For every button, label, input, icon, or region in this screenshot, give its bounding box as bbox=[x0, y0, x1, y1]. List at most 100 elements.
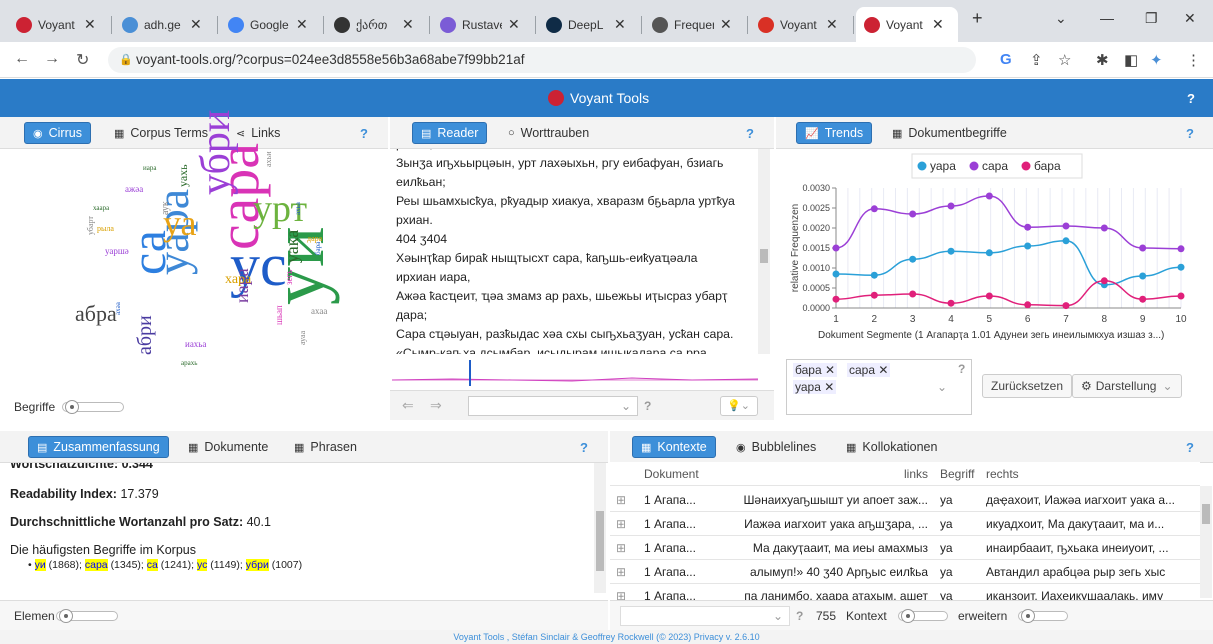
data-point[interactable] bbox=[1024, 242, 1032, 250]
tab-kollokationen[interactable]: ▦ Kollokationen bbox=[838, 436, 945, 458]
close-tab-icon[interactable]: ✕ bbox=[932, 16, 944, 33]
tab-dokumentbegriffe[interactable]: ▦ Dokumentbegriffe bbox=[884, 122, 1015, 144]
data-point[interactable] bbox=[947, 247, 955, 255]
terms-slider[interactable] bbox=[62, 400, 124, 414]
table-row[interactable]: ⊞ 1 Агапа... Иажәа иагхоит уака аҧшӡара, .… bbox=[610, 512, 1200, 536]
help-icon[interactable]: ? bbox=[1187, 91, 1195, 106]
forward-icon[interactable]: → bbox=[44, 50, 60, 68]
bulb-button[interactable]: 💡⌄ bbox=[720, 396, 758, 416]
cloud-word[interactable]: ахаа bbox=[311, 307, 327, 316]
data-point[interactable] bbox=[1062, 222, 1070, 230]
series-line[interactable] bbox=[835, 195, 1182, 250]
maximize-icon[interactable]: ❐ bbox=[1145, 10, 1158, 27]
browser-tab[interactable]: Voyant ✕ bbox=[856, 7, 958, 42]
term-tag[interactable]: бара ✕ bbox=[793, 363, 838, 377]
tab-worttrauben[interactable]: ○ Worttrauben bbox=[500, 122, 597, 144]
sidepanel-icon[interactable]: ◧ bbox=[1124, 51, 1138, 69]
cloud-word-small[interactable]: бара bbox=[314, 242, 322, 255]
minimize-icon[interactable]: — bbox=[1100, 10, 1114, 26]
browser-tab[interactable]: Rustave ✕ bbox=[432, 7, 534, 42]
cloud-word-small[interactable]: хаара bbox=[93, 205, 109, 212]
share-icon[interactable]: ⇪ bbox=[1030, 51, 1043, 69]
browser-tab[interactable]: Google ✕ bbox=[220, 7, 322, 42]
term-tag[interactable]: уара ✕ bbox=[793, 380, 837, 394]
tab-bubblelines[interactable]: ◉ Bubblelines bbox=[728, 436, 824, 458]
expand-row-icon[interactable]: ⊞ bbox=[616, 565, 626, 579]
expand-row-icon[interactable]: ⊞ bbox=[616, 493, 626, 507]
browser-tab[interactable]: Voyant ✕ bbox=[8, 7, 110, 42]
google-icon[interactable]: G bbox=[1000, 51, 1012, 68]
reader-help-icon[interactable]: ? bbox=[746, 126, 754, 141]
elements-slider[interactable] bbox=[56, 609, 118, 623]
tab-dokumente[interactable]: ▦ Dokumente bbox=[180, 436, 276, 458]
data-point[interactable] bbox=[1024, 223, 1032, 231]
reader-scrollbar[interactable] bbox=[758, 149, 770, 354]
column-header[interactable]: links bbox=[728, 467, 928, 481]
context-slider[interactable] bbox=[898, 609, 948, 623]
expand-row-icon[interactable]: ⊞ bbox=[616, 517, 626, 531]
data-point[interactable] bbox=[985, 249, 993, 257]
tab-search-icon[interactable]: ⌄ bbox=[1055, 10, 1067, 27]
close-window-icon[interactable]: ✕ bbox=[1184, 10, 1196, 27]
context-doc-select[interactable]: ⌄ bbox=[620, 606, 790, 626]
tab-trends[interactable]: 📈 Trends bbox=[796, 122, 873, 144]
frequent-term-link[interactable]: са bbox=[146, 559, 158, 571]
legend-label[interactable]: уара bbox=[930, 159, 956, 173]
close-tab-icon[interactable]: ✕ bbox=[720, 16, 732, 33]
context-help-icon[interactable]: ? bbox=[1186, 440, 1194, 455]
browser-tab[interactable]: Voyant ✕ bbox=[750, 7, 852, 42]
legend-marker[interactable] bbox=[969, 161, 979, 171]
term-tag-field[interactable]: бара ✕ сара ✕ уара ✕ ⌄ bbox=[786, 359, 972, 415]
data-point[interactable] bbox=[1062, 302, 1070, 310]
data-point[interactable] bbox=[1139, 272, 1147, 280]
close-tab-icon[interactable]: ✕ bbox=[84, 16, 96, 33]
cirrus-help-icon[interactable]: ? bbox=[360, 126, 368, 141]
new-tab-icon[interactable]: + bbox=[972, 8, 983, 29]
data-point[interactable] bbox=[947, 299, 955, 307]
data-point[interactable] bbox=[909, 290, 917, 298]
data-point[interactable] bbox=[1062, 237, 1070, 245]
browser-tab[interactable]: Frequen ✕ bbox=[644, 7, 746, 42]
data-point[interactable] bbox=[1100, 224, 1108, 232]
cloud-word-small[interactable]: убарт bbox=[86, 216, 95, 235]
tab-phrasen[interactable]: ▦ Phrasen bbox=[286, 436, 365, 458]
frequent-term-link[interactable]: уи bbox=[34, 559, 46, 571]
reload-icon[interactable]: ↻ bbox=[76, 50, 89, 70]
tab-zusammenfassung[interactable]: ▤ Zusammenfassung bbox=[28, 436, 169, 458]
tags-help-icon[interactable]: ? bbox=[958, 362, 965, 376]
series-line[interactable] bbox=[835, 240, 1182, 286]
close-tab-icon[interactable]: ✕ bbox=[614, 16, 626, 33]
cloud-word-small[interactable]: ажәа bbox=[125, 185, 143, 194]
data-point[interactable] bbox=[947, 202, 955, 210]
summary-scrollbar[interactable] bbox=[594, 463, 606, 593]
expand-row-icon[interactable]: ⊞ bbox=[616, 541, 626, 555]
close-tab-icon[interactable]: ✕ bbox=[296, 16, 308, 33]
browser-tab[interactable]: ქართ ✕ bbox=[326, 7, 428, 42]
browser-tab[interactable]: adh.ge ✕ bbox=[114, 7, 216, 42]
cloud-word[interactable]: аук bbox=[160, 201, 171, 215]
data-point[interactable] bbox=[870, 205, 878, 213]
data-point[interactable] bbox=[832, 244, 840, 252]
tab-kontexte[interactable]: ▦ Kontexte bbox=[632, 436, 716, 458]
cloud-word-small[interactable]: иахьа bbox=[185, 340, 206, 349]
url-bar[interactable]: 🔒 voyant-tools.org/?corpus=024ee3d8558e5… bbox=[108, 47, 976, 73]
data-point[interactable] bbox=[1100, 277, 1108, 285]
cloud-word-small[interactable]: ахәа bbox=[114, 302, 122, 315]
reset-button[interactable]: Zurücksetzen bbox=[982, 374, 1073, 398]
data-point[interactable] bbox=[1139, 295, 1147, 303]
data-point[interactable] bbox=[870, 291, 878, 299]
cloud-word-small[interactable]: уаршә bbox=[105, 247, 129, 256]
close-tab-icon[interactable]: ✕ bbox=[190, 16, 202, 33]
reader-toolbar-help-icon[interactable]: ? bbox=[644, 399, 651, 413]
frequent-term-link[interactable]: сара bbox=[84, 559, 108, 571]
table-row[interactable]: ⊞ 1 Агапа... Шәнаихуаҧшышт уи апоет заж...… bbox=[610, 488, 1200, 512]
cloud-word-small[interactable]: ахьи bbox=[264, 152, 273, 167]
data-point[interactable] bbox=[985, 192, 993, 200]
cloud-word-small[interactable]: арахь bbox=[181, 360, 197, 367]
cloud-word[interactable]: хара bbox=[225, 273, 251, 287]
data-point[interactable] bbox=[832, 270, 840, 278]
context-scrollbar[interactable] bbox=[1200, 486, 1212, 598]
next-icon[interactable]: ⇒ bbox=[430, 397, 442, 414]
data-point[interactable] bbox=[870, 271, 878, 279]
column-header[interactable]: Begriff bbox=[940, 467, 980, 481]
